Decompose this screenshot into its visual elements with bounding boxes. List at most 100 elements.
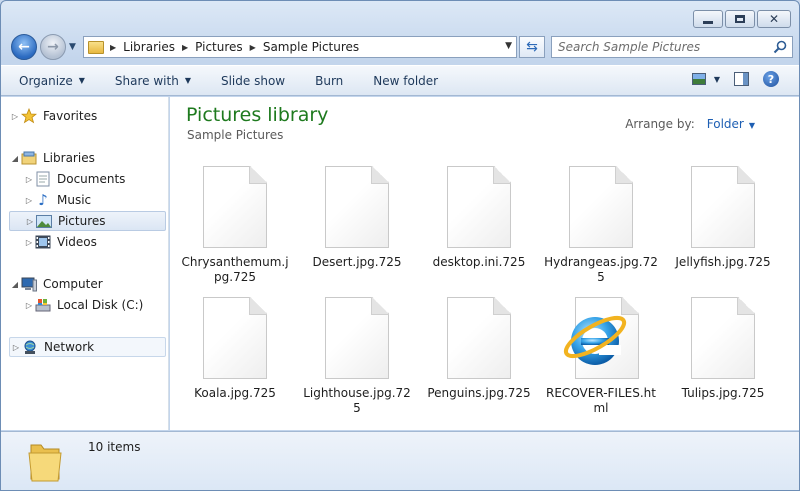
dropdown-arrow-icon: ▼ [184,76,191,85]
file-name: Lighthouse.jpg.725 [303,386,411,415]
file-item[interactable]: Hydrangeas.jpg.725 [540,153,662,285]
help-icon[interactable]: ? [763,71,779,87]
ie-logo [563,315,627,365]
file-item[interactable]: Lighthouse.jpg.725 [296,284,418,416]
expand-arrow-icon[interactable]: ▷ [23,301,35,310]
close-icon: ✕ [768,12,780,26]
chevron-right-icon[interactable]: ▶ [110,43,116,52]
breadcrumb-pictures[interactable]: Pictures [195,40,243,54]
nav-label: Network [44,340,95,354]
share-with-label: Share with [114,73,179,88]
nav-label: Local Disk (C:) [57,298,144,312]
blank-document-icon [447,166,511,248]
blank-document-icon [447,297,511,379]
network-icon [22,339,38,355]
close-button[interactable]: ✕ [757,10,791,28]
file-name: Koala.jpg.725 [194,386,276,400]
expand-arrow-icon[interactable]: ▷ [10,343,22,352]
minimize-button[interactable] [693,10,723,28]
expand-arrow-icon[interactable]: ▷ [23,238,35,247]
film-icon [35,234,51,250]
search-input[interactable] [558,40,768,54]
nav-label: Computer [43,277,103,291]
libraries-icon [21,150,37,166]
nav-item-documents[interactable]: ▷ Documents [23,169,166,189]
new-folder-label: New folder [373,73,439,88]
chevron-right-icon[interactable]: ▶ [250,43,256,52]
internet-explorer-icon [561,297,641,379]
file-item[interactable]: Desert.jpg.725 [296,153,418,270]
maximize-button[interactable] [725,10,755,28]
nav-item-network[interactable]: ▷ Network [9,337,166,357]
nav-item-libraries[interactable]: ◢ Libraries [9,148,166,168]
computer-icon [21,276,37,292]
blank-document-icon [691,166,755,248]
pictures-icon [36,213,52,229]
expand-arrow-icon[interactable]: ▷ [23,196,35,205]
star-icon [21,108,37,124]
command-bar: Organize ▼ Share with ▼ Slide show Burn Ne… [1,65,799,96]
nav-item-computer[interactable]: ◢ Computer [9,274,166,294]
organize-label: Organize [19,73,73,88]
item-count: 10 items [88,440,141,454]
search-icon[interactable] [773,40,787,54]
file-name: desktop.ini.725 [432,255,526,269]
file-name: Hydrangeas.jpg.725 [544,255,658,284]
refresh-button[interactable]: ⇆ [519,36,545,58]
breadcrumb-sample-pictures[interactable]: Sample Pictures [263,40,359,54]
back-button[interactable]: ← [11,34,37,60]
navigation-pane: ▷ Favorites ◢ Libraries ▷ Documents ▷ ♪ … [1,97,169,430]
file-item[interactable]: desktop.ini.725 [418,153,540,270]
expand-arrow-icon[interactable]: ▷ [24,217,36,226]
nav-item-music[interactable]: ▷ ♪ Music [23,190,166,210]
arrange-by-dropdown[interactable]: Folder [707,117,744,131]
forward-button[interactable]: → [40,34,66,60]
breadcrumb-libraries[interactable]: Libraries [123,40,175,54]
blank-document-icon [203,166,267,248]
preview-pane-icon[interactable] [734,72,749,86]
organize-button[interactable]: Organize ▼ [19,74,85,88]
burn-button[interactable]: Burn [315,74,343,88]
minimize-icon [703,20,713,24]
nav-item-pictures[interactable]: ▷ Pictures [9,211,166,231]
view-icon [691,73,706,85]
file-item[interactable]: Koala.jpg.725 [174,284,296,401]
address-bar[interactable]: ▶ Libraries ▶ Pictures ▶ Sample Pictures… [83,36,517,58]
file-item[interactable]: Penguins.jpg.725 [418,284,540,401]
chevron-right-icon[interactable]: ▶ [182,43,188,52]
blank-document-icon [691,297,755,379]
slide-show-button[interactable]: Slide show [221,74,285,88]
search-box [551,36,793,58]
share-with-button[interactable]: Share with ▼ [115,74,191,88]
folder-icon [28,444,62,482]
library-subtitle: Sample Pictures [187,128,284,142]
file-name: Desert.jpg.725 [312,255,402,269]
file-item[interactable]: Chrysanthemum.jpg.725 [174,153,296,285]
expand-arrow-icon[interactable]: ▷ [23,175,35,184]
caption-buttons: ✕ [693,10,791,28]
collapse-arrow-icon[interactable]: ◢ [9,280,21,289]
nav-item-favorites[interactable]: ▷ Favorites [9,106,166,126]
address-row: ← → ▼ ▶ Libraries ▶ Pictures ▶ Sample Pi… [9,33,793,61]
nav-label: Pictures [58,214,106,228]
file-item[interactable]: RECOVER-FILES.html [540,284,662,416]
blank-document-icon [325,297,389,379]
nav-item-videos[interactable]: ▷ Videos [23,232,166,252]
blank-document-icon [325,166,389,248]
collapse-arrow-icon[interactable]: ◢ [9,154,21,163]
file-name: Penguins.jpg.725 [427,386,531,400]
nav-label: Favorites [43,109,98,123]
change-view-button[interactable]: ▼ [691,73,720,85]
library-title: Pictures library [186,104,329,126]
dropdown-arrow-icon[interactable]: ▼ [749,121,755,130]
arrange-by-label: Arrange by: [625,117,695,131]
recent-pages-dropdown[interactable]: ▼ [69,42,76,52]
file-item[interactable]: Jellyfish.jpg.725 [662,153,784,270]
file-item[interactable]: Tulips.jpg.725 [662,284,784,401]
file-name: Jellyfish.jpg.725 [675,255,771,269]
address-dropdown-icon[interactable]: ▼ [505,41,512,51]
expand-arrow-icon[interactable]: ▷ [9,112,21,121]
nav-item-local-disk[interactable]: ▷ Local Disk (C:) [23,295,166,315]
new-folder-button[interactable]: New folder [373,74,438,88]
details-pane: 10 items [1,431,799,490]
